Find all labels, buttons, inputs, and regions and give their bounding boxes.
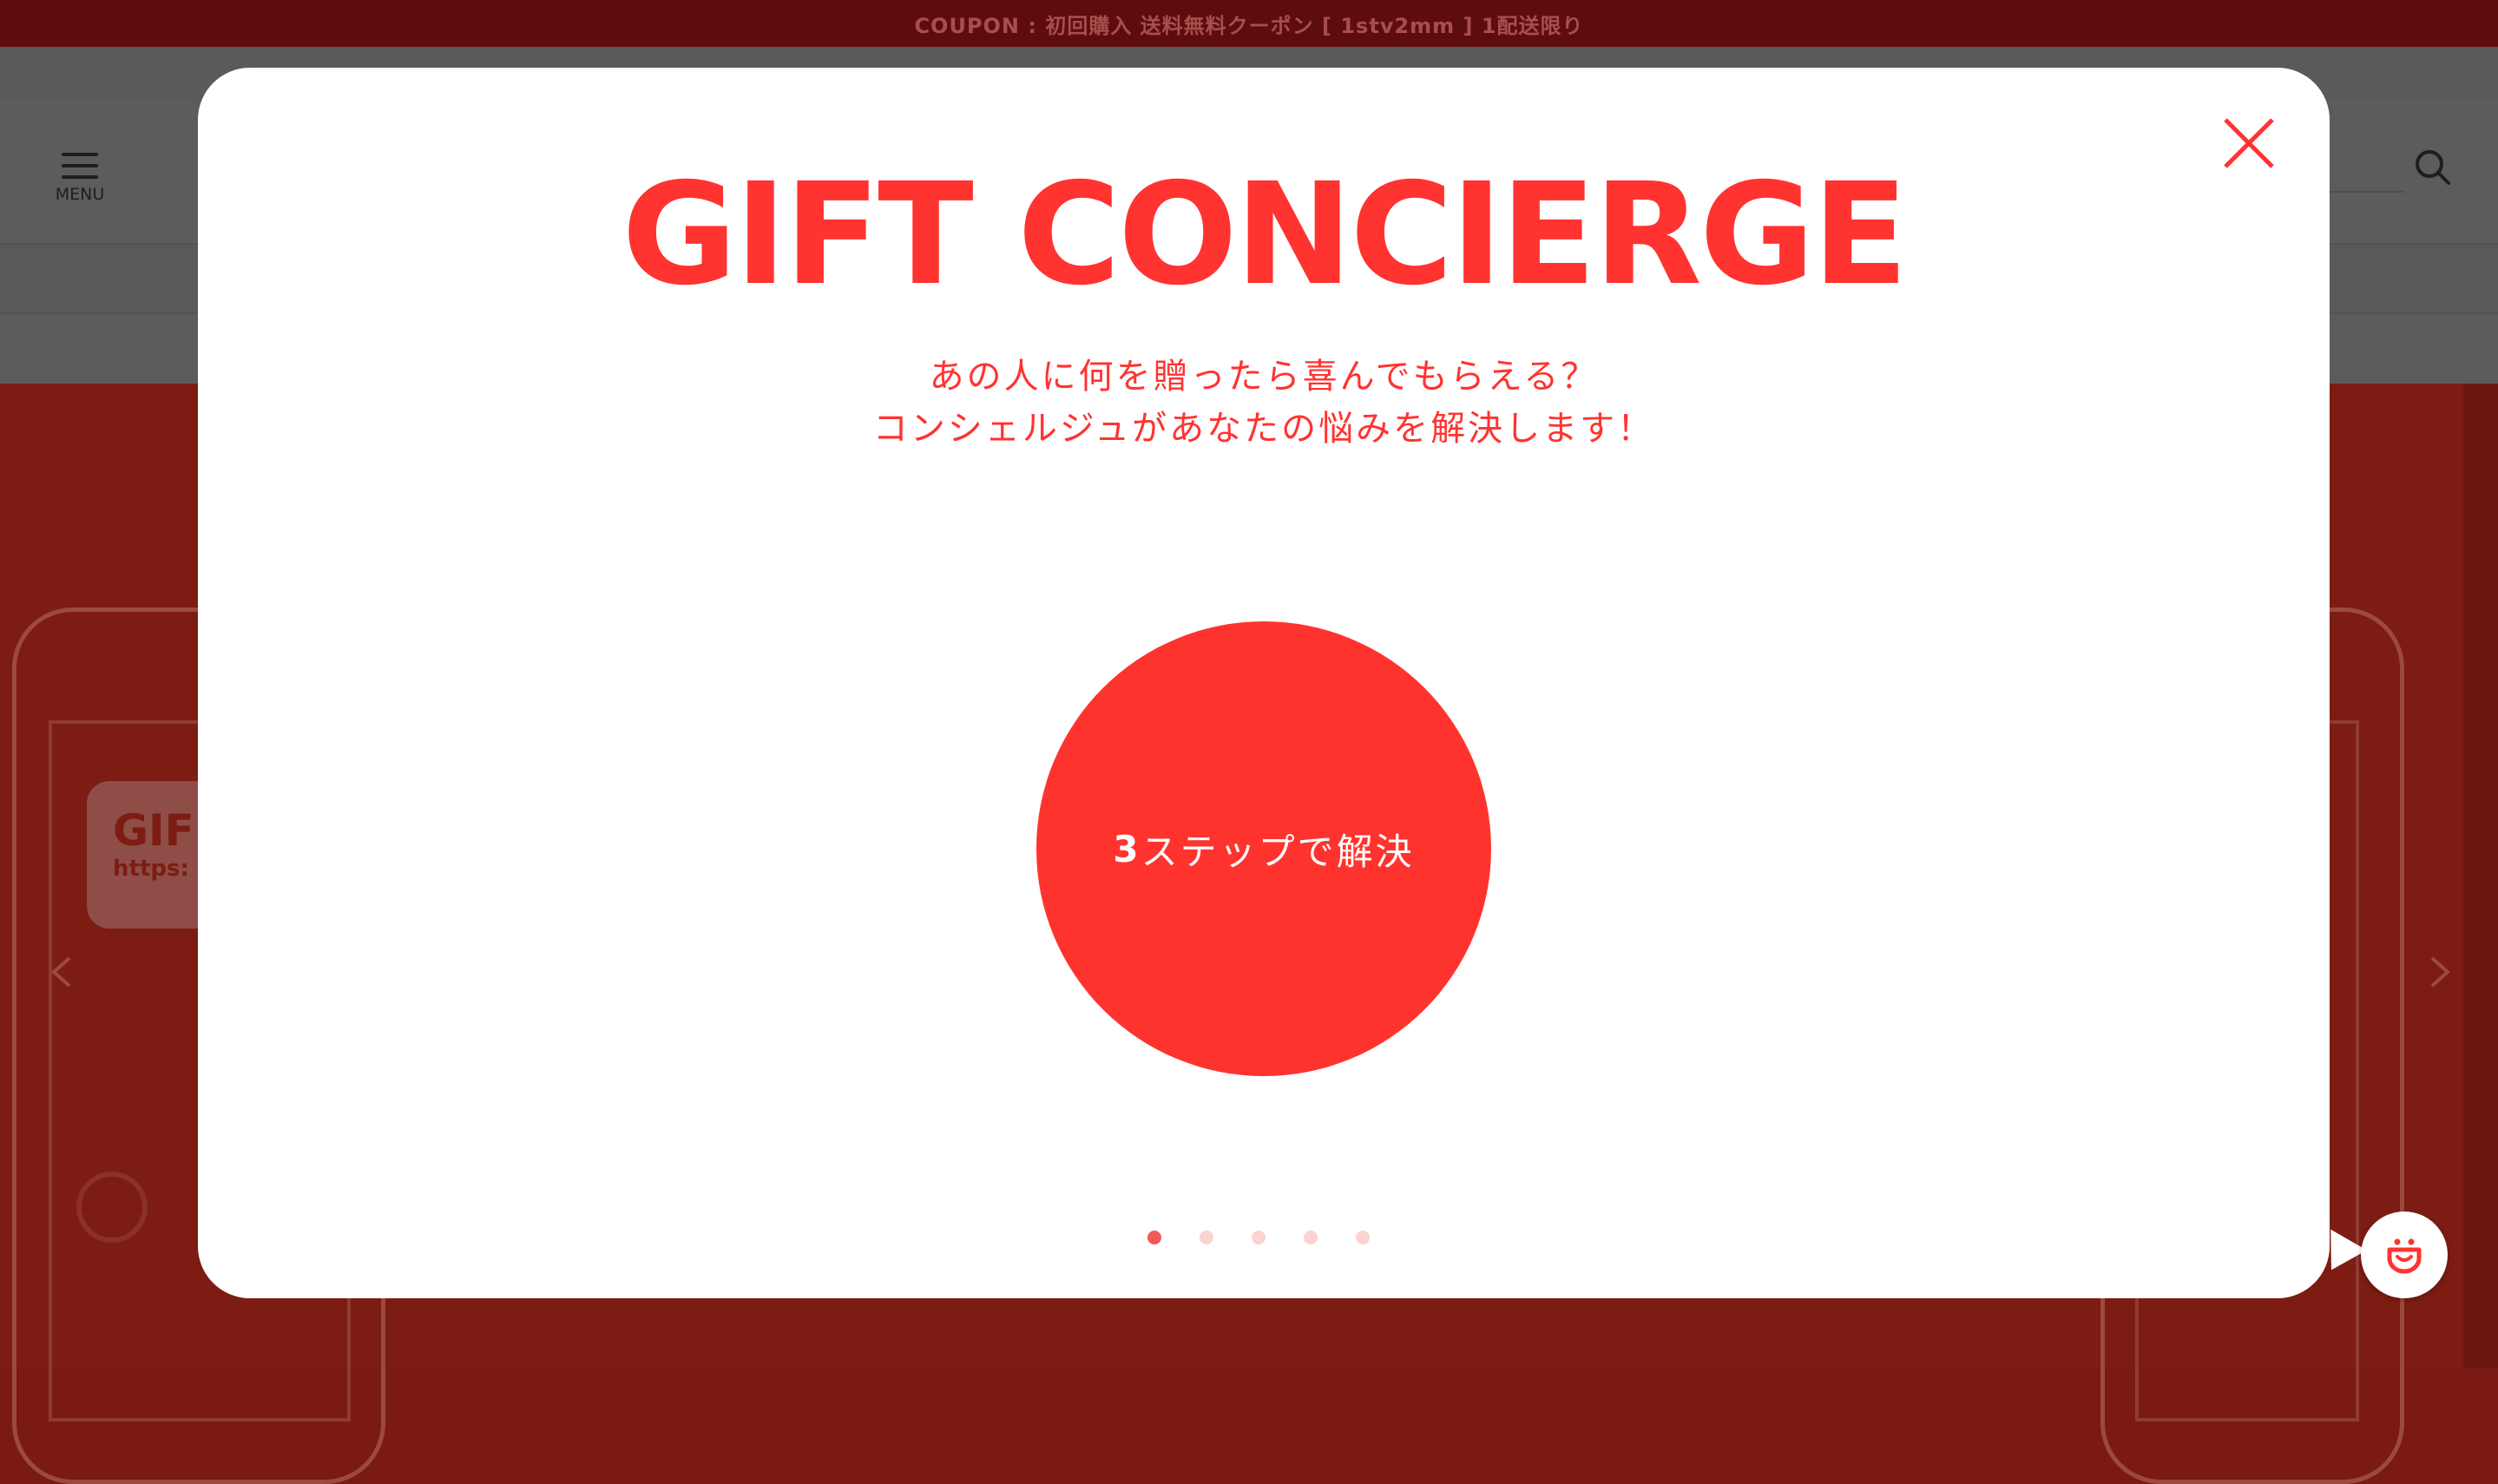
modal-title: GIFT CONCIERGE xyxy=(621,154,1908,317)
chat-smile-icon xyxy=(2387,1238,2422,1274)
modal-subtitle: あの人に何を贈ったら喜んでもらえる？ コンシェルジュがあなたの悩みを解決します！ xyxy=(198,351,2330,455)
pagination-dot-5[interactable] xyxy=(1356,1231,1370,1244)
close-icon[interactable] xyxy=(2222,116,2276,170)
pagination-dot-1[interactable] xyxy=(1147,1231,1161,1244)
start-steps-button[interactable]: 3 ステップで解決 xyxy=(1036,621,1491,1076)
chat-button[interactable] xyxy=(2361,1211,2448,1298)
cta-number: 3 xyxy=(1113,827,1141,870)
pagination-dots xyxy=(1147,1231,1408,1244)
pagination-dot-2[interactable] xyxy=(1200,1231,1213,1244)
cta-label: ステップで解決 xyxy=(1141,830,1415,873)
pagination-dot-4[interactable] xyxy=(1304,1231,1318,1244)
subtitle-line-1: あの人に何を贈ったら喜んでもらえる？ xyxy=(929,357,1599,397)
subtitle-line-2: コンシェルジュがあなたの悩みを解決します！ xyxy=(872,409,1655,449)
pagination-dot-3[interactable] xyxy=(1252,1231,1265,1244)
